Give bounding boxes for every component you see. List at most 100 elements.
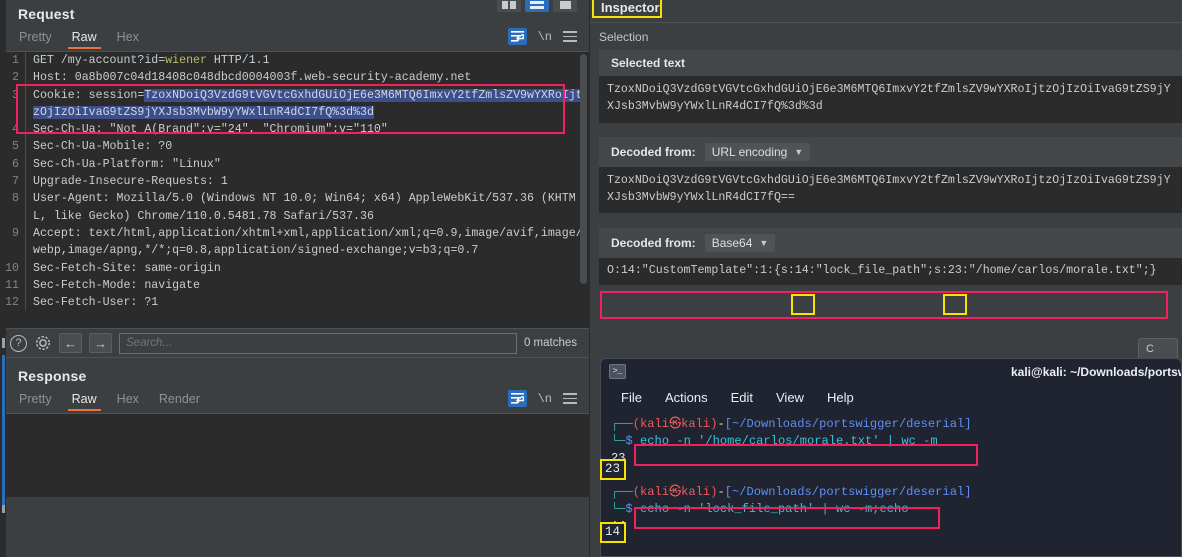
layout-horizontal-split-button[interactable]	[525, 0, 549, 12]
tab-response-render[interactable]: Render	[158, 390, 201, 411]
tab-request-hex[interactable]: Hex	[116, 28, 140, 49]
response-menu-icon[interactable]	[563, 393, 577, 404]
tab-response-raw[interactable]: Raw	[67, 390, 101, 411]
base64-select[interactable]: Base64 ▼	[704, 234, 776, 252]
selection-section-label: Selection	[599, 30, 649, 44]
inspector-header: Inspector	[590, 0, 1182, 20]
request-response-column: Request Pretty Raw Hex \n 1 GET /my-acco…	[0, 0, 590, 557]
response-code-editor[interactable]	[0, 414, 589, 497]
code-line: 2 Host: 0a8b007c04d18408c048dbcd0004003f…	[0, 69, 589, 87]
search-next-button[interactable]: →	[89, 333, 112, 353]
decoded-base64-row: Decoded from: Base64 ▼	[599, 228, 1182, 258]
line1-param: wiener	[165, 54, 207, 67]
terminal-output[interactable]: ┌──(kali㉿kali)-[~/Downloads/portswigger/…	[601, 410, 1181, 535]
terminal-result-1: 23	[611, 451, 626, 465]
word-wrap-icon[interactable]	[507, 28, 527, 45]
code-line: 7 Upgrade-Insecure-Requests: 1	[0, 173, 589, 191]
help-icon[interactable]: ?	[10, 334, 27, 352]
selected-text-card: Selected text	[599, 50, 1182, 76]
response-panel-title: Response	[18, 368, 87, 384]
tab-request-pretty[interactable]: Pretty	[18, 28, 53, 49]
line-content: Accept: text/html,application/xhtml+xml,…	[33, 226, 583, 258]
prompt-path: [~/Downloads/portswigger/deserial]	[724, 485, 972, 499]
newline-toggle-icon[interactable]: \n	[538, 30, 552, 44]
line-content: Host: 0a8b007c04d18408c048dbcd0004003f.w…	[33, 71, 472, 85]
terminal-title-text: kali@kali: ~/Downloads/portswigger/de	[1011, 365, 1181, 379]
request-menu-icon[interactable]	[563, 31, 577, 42]
tab-response-hex[interactable]: Hex	[116, 390, 140, 411]
line-content: Cookie: session=TzoxNDoiQ3VzdG9tVGVtcGxh…	[26, 87, 589, 122]
decoded-url-row: Decoded from: URL encoding ▼	[599, 137, 1182, 167]
terminal-command-2: echo -n 'lock_file_path' | wc -m;echo	[640, 502, 909, 516]
gear-icon[interactable]	[34, 334, 52, 352]
line-content: GET /my-account?id=wiener HTTP/1.1	[26, 52, 589, 69]
request-tabbar: Pretty Raw Hex \n	[0, 26, 589, 52]
code-line: 10 Sec-Fetch-Site: same-origin	[0, 259, 589, 277]
search-prev-button[interactable]: ←	[59, 333, 82, 353]
tab-request-raw[interactable]: Raw	[67, 28, 101, 49]
line-content: Sec-Ch-Ua: "Not A(Brand";v="24", "Chromi…	[33, 123, 388, 137]
terminal-titlebar: >_ kali@kali: ~/Downloads/portswigger/de	[601, 359, 1181, 387]
decoded-from-label: Decoded from:	[611, 145, 696, 159]
code-line: 12 Sec-Fetch-User: ?1	[0, 294, 589, 312]
code-line: 9 Accept: text/html,application/xhtml+xm…	[0, 224, 589, 260]
terminal-command-1: echo -n '/home/carlos/morale.txt' | wc -…	[640, 434, 938, 448]
request-scrollbar[interactable]	[580, 54, 587, 284]
code-line: 11 Sec-Fetch-Mode: navigate	[0, 276, 589, 295]
terminal-window[interactable]: >_ kali@kali: ~/Downloads/portswigger/de…	[600, 358, 1182, 557]
request-code-editor[interactable]: 1 GET /my-account?id=wiener HTTP/1.1 2 H…	[0, 52, 589, 328]
code-line: 4 Sec-Ch-Ua: "Not A(Brand";v="24", "Chro…	[0, 121, 589, 139]
menu-help[interactable]: Help	[827, 390, 854, 405]
menu-view[interactable]: View	[776, 390, 804, 405]
prompt-path: [~/Downloads/portswigger/deserial]	[724, 417, 972, 431]
edge-marker-top	[2, 338, 5, 348]
line1-method: GET /my-account?id=	[33, 54, 166, 67]
terminal-command-line: └─$ echo -n '/home/carlos/morale.txt' | …	[611, 434, 938, 448]
response-tabbar: Pretty Raw Hex Render \n	[0, 388, 589, 414]
search-input[interactable]	[119, 332, 517, 354]
edge-scroll-indicator	[2, 355, 5, 505]
decoded-url-value[interactable]: TzoxNDoiQ3VzdG9tVGVtcGxhdGUiOjE6e3M6MTQ6…	[599, 167, 1182, 213]
base64-value: Base64	[711, 236, 753, 250]
url-encoding-value: URL encoding	[711, 145, 788, 159]
menu-file[interactable]: File	[621, 390, 642, 405]
request-search-bar: ? ← → 0 matches	[0, 328, 589, 358]
chevron-down-icon: ▼	[794, 147, 804, 157]
menu-actions[interactable]: Actions	[665, 390, 708, 405]
prompt-user: (kali㉿kali)	[632, 485, 718, 499]
search-match-count: 0 matches	[523, 337, 577, 349]
layout-vertical-split-button[interactable]	[497, 0, 521, 12]
terminal-result-2: 14	[611, 518, 1181, 535]
code-line-cookie: 3 Cookie: session=TzoxNDoiQ3VzdG9tVGVtcG…	[0, 86, 589, 122]
chevron-down-icon: ▼	[759, 238, 769, 248]
inspector-title: Inspector	[601, 0, 660, 15]
menu-edit[interactable]: Edit	[731, 390, 753, 405]
word-wrap-icon[interactable]	[507, 390, 527, 407]
code-line: 6 Sec-Ch-Ua-Platform: "Linux"	[0, 155, 589, 174]
burp-suite-window: Request Pretty Raw Hex \n 1 GET /my-acco…	[0, 0, 1182, 557]
line-content: Sec-Ch-Ua-Mobile: ?0	[33, 140, 173, 154]
request-tab-actions: \n	[507, 28, 577, 45]
response-tab-actions: \n	[507, 390, 577, 407]
terminal-command-line: └─$ echo -n 'lock_file_path' | wc -m;ech…	[611, 502, 909, 516]
line-content: Sec-Fetch-Mode: navigate	[33, 278, 200, 292]
inspector-collapse-button[interactable]: C	[1138, 338, 1178, 360]
annotation-output-14: 14	[600, 522, 626, 543]
selected-text-value[interactable]: TzoxNDoiQ3VzdG9tVGVtcGxhdGUiOjE6e3M6MTQ6…	[599, 76, 1182, 123]
annotation-output-23: 23	[600, 459, 626, 480]
code-line: 8 User-Agent: Mozilla/5.0 (Windows NT 10…	[0, 190, 589, 225]
tab-response-pretty[interactable]: Pretty	[18, 390, 53, 411]
layout-mode-buttons[interactable]	[497, 0, 577, 12]
decoded-from-label: Decoded from:	[611, 236, 696, 250]
line-content: Sec-Ch-Ua-Platform: "Linux"	[33, 157, 221, 171]
newline-toggle-icon[interactable]: \n	[538, 392, 552, 406]
window-edge-strip	[0, 0, 6, 557]
decoded-base64-value[interactable]: O:14:"CustomTemplate":1:{s:14:"lock_file…	[599, 258, 1182, 285]
layout-single-pane-button[interactable]	[553, 0, 577, 12]
cookie-key: Cookie: session=	[33, 88, 145, 102]
code-line: 5 Sec-Ch-Ua-Mobile: ?0	[0, 138, 589, 156]
line-content: Sec-Fetch-User: ?1	[33, 296, 159, 310]
line1-rest: HTTP/1.1	[206, 54, 270, 67]
line-content: Sec-Fetch-Site: same-origin	[33, 261, 221, 275]
url-encoding-select[interactable]: URL encoding ▼	[704, 143, 811, 161]
